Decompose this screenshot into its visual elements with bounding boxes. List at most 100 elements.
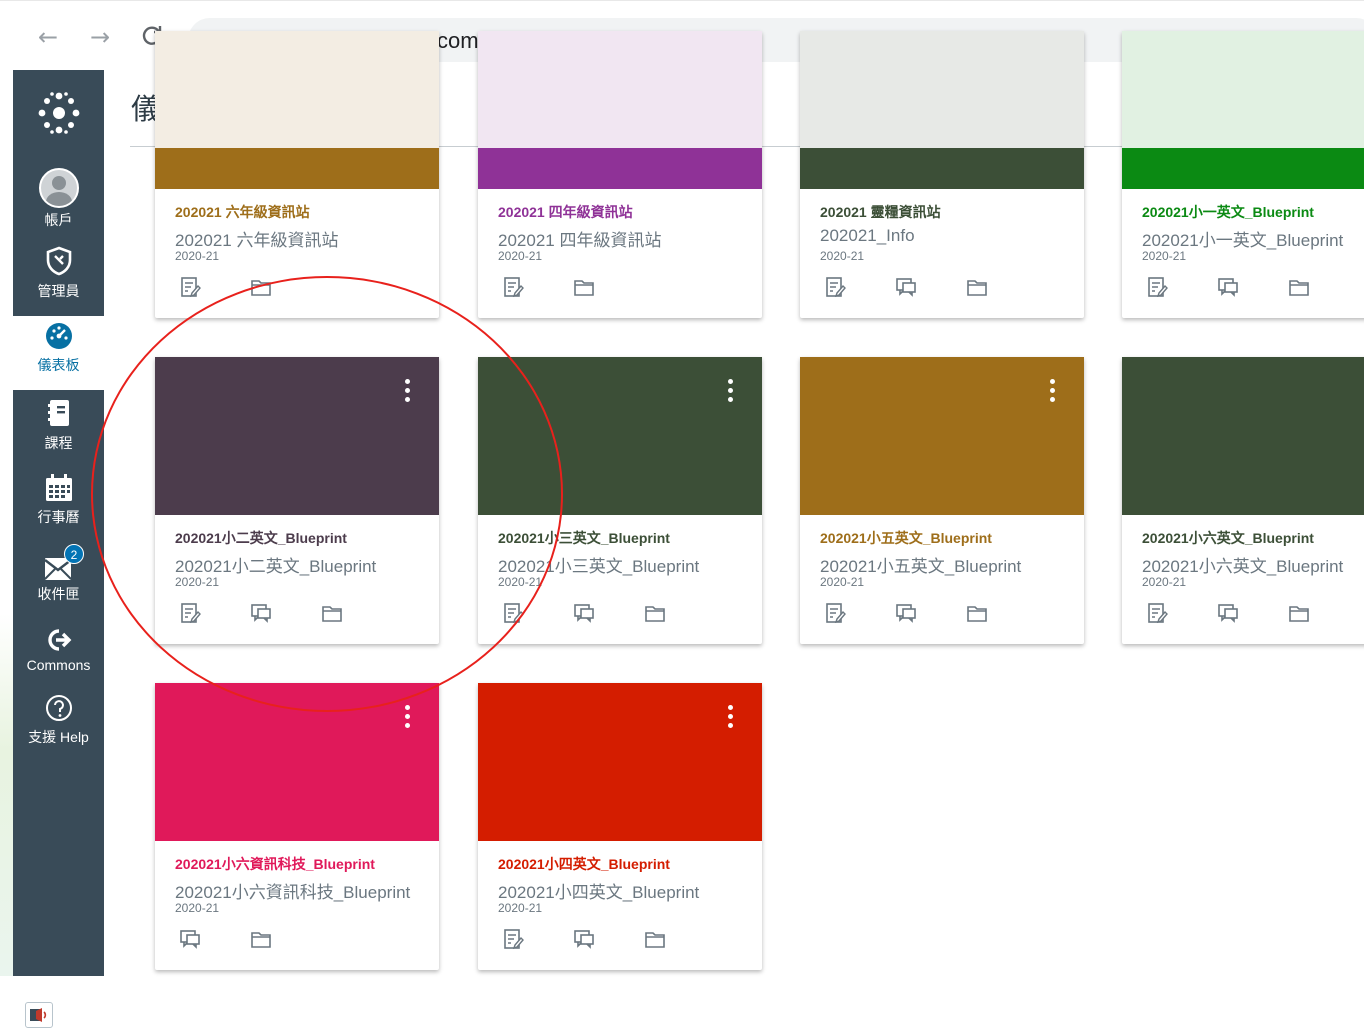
kebab-menu-icon[interactable] bbox=[724, 379, 736, 407]
course-card-code: 202021小三英文_Blueprint bbox=[498, 557, 700, 576]
course-card-title[interactable]: 202021小四英文_Blueprint bbox=[498, 854, 670, 874]
course-card[interactable]: 202021小六英文_Blueprint 202021小六英文_Blueprint… bbox=[1122, 357, 1364, 644]
nav-help-label: 支援 Help bbox=[28, 729, 89, 745]
course-card-code: 202021小一英文_Blueprint bbox=[1142, 231, 1344, 250]
discussions-icon[interactable] bbox=[895, 276, 917, 298]
course-card-title[interactable]: 202021小二英文_Blueprint bbox=[175, 528, 347, 548]
canvas-logo-icon[interactable] bbox=[13, 90, 104, 139]
course-card-title[interactable]: 202021 四年級資訊站 bbox=[498, 202, 633, 222]
course-card-title[interactable]: 202021 六年級資訊站 bbox=[175, 202, 310, 222]
header-overlay bbox=[800, 31, 1084, 148]
files-icon[interactable] bbox=[573, 276, 595, 298]
nav-inbox-label: 收件匣 bbox=[37, 586, 80, 602]
course-card[interactable]: 202021小三英文_Blueprint 202021小三英文_Blueprint… bbox=[478, 357, 762, 644]
nav-courses[interactable]: 課程 bbox=[13, 398, 104, 453]
files-icon[interactable] bbox=[966, 602, 988, 624]
files-icon[interactable] bbox=[644, 602, 666, 624]
announcements-icon[interactable] bbox=[502, 928, 524, 950]
book-icon bbox=[47, 400, 69, 426]
course-card-term: 2020-21 bbox=[820, 575, 865, 589]
back-arrow-icon[interactable]: ← bbox=[34, 23, 62, 51]
avatar bbox=[38, 168, 79, 208]
course-card-title[interactable]: 202021小一英文_Blueprint bbox=[1142, 202, 1314, 222]
course-card-code: 202021小四英文_Blueprint bbox=[498, 883, 700, 902]
course-card-title[interactable]: 202021小三英文_Blueprint bbox=[498, 528, 670, 548]
kebab-menu-icon[interactable] bbox=[724, 705, 736, 733]
course-card[interactable]: 202021小四英文_Blueprint 202021小四英文_Blueprint… bbox=[478, 683, 762, 970]
discussions-icon[interactable] bbox=[573, 602, 595, 624]
announcements-icon[interactable] bbox=[824, 276, 846, 298]
files-icon[interactable] bbox=[644, 928, 666, 950]
discussions-icon[interactable] bbox=[895, 602, 917, 624]
nav-dashboard-label: 儀表板 bbox=[37, 357, 80, 373]
announcements-icon[interactable] bbox=[824, 602, 846, 624]
course-card-code: 202021小五英文_Blueprint bbox=[820, 557, 1022, 576]
kebab-menu-icon[interactable] bbox=[401, 705, 413, 733]
nav-calendar[interactable]: 行事曆 bbox=[13, 474, 104, 527]
shield-icon bbox=[46, 246, 71, 276]
nav-courses-label: 課程 bbox=[44, 435, 73, 451]
nav-admin[interactable]: 管理員 bbox=[13, 246, 104, 301]
course-card-code: 202021 四年級資訊站 bbox=[498, 231, 662, 250]
collapse-arrow-icon: |← bbox=[55, 1002, 81, 1027]
files-icon[interactable] bbox=[250, 928, 272, 950]
discussions-icon[interactable] bbox=[179, 928, 201, 950]
files-icon[interactable] bbox=[966, 276, 988, 298]
course-card-hero[interactable] bbox=[1122, 357, 1364, 515]
nav-account[interactable]: 帳戶 bbox=[13, 168, 104, 230]
announcements-icon[interactable] bbox=[179, 276, 201, 298]
course-card-term: 2020-21 bbox=[820, 249, 865, 263]
discussions-icon[interactable] bbox=[1217, 276, 1239, 298]
course-card-title[interactable]: 202021小六資訊科技_Blueprint bbox=[175, 854, 375, 874]
course-card-hero[interactable] bbox=[478, 683, 762, 841]
header-overlay bbox=[1122, 31, 1364, 148]
announcements-icon[interactable] bbox=[1146, 276, 1168, 298]
course-card[interactable]: 202021小五英文_Blueprint 202021小五英文_Blueprint… bbox=[800, 357, 1084, 644]
files-icon[interactable] bbox=[1288, 276, 1310, 298]
nav-inbox[interactable]: 2 收件匣 bbox=[13, 544, 104, 604]
announcements-icon[interactable] bbox=[1146, 602, 1168, 624]
course-card-title[interactable]: 202021小五英文_Blueprint bbox=[820, 528, 992, 548]
files-icon[interactable] bbox=[321, 602, 343, 624]
discussions-icon[interactable] bbox=[250, 602, 272, 624]
help-icon bbox=[45, 695, 72, 721]
course-card[interactable]: 202021小二英文_Blueprint 202021小二英文_Blueprint… bbox=[155, 357, 439, 644]
nav-calendar-label: 行事曆 bbox=[37, 509, 80, 525]
nav-dashboard[interactable]: 儀表板 bbox=[13, 316, 104, 390]
announcements-icon[interactable] bbox=[179, 602, 201, 624]
discussions-icon[interactable] bbox=[1217, 602, 1239, 624]
course-card-hero[interactable] bbox=[155, 683, 439, 841]
files-icon[interactable] bbox=[1288, 602, 1310, 624]
course-card-hero[interactable] bbox=[478, 357, 762, 515]
nav-help[interactable]: 支援 Help bbox=[13, 694, 104, 747]
header-overlay bbox=[155, 31, 439, 148]
course-card-code: 202021小六資訊科技_Blueprint bbox=[175, 883, 411, 902]
course-card-title[interactable]: 202021小六英文_Blueprint bbox=[1142, 528, 1314, 548]
course-card-title[interactable]: 202021 靈糧資訊站 bbox=[820, 202, 941, 222]
course-card[interactable]: 202021小一英文_Blueprint 202021小一英文_Blueprint… bbox=[1122, 31, 1364, 318]
announcements-icon[interactable] bbox=[502, 602, 524, 624]
course-card[interactable]: 202021小六資訊科技_Blueprint 202021小六資訊科技_Bluep… bbox=[155, 683, 439, 970]
dashboard-icon bbox=[45, 323, 72, 349]
course-card-hero[interactable] bbox=[800, 357, 1084, 515]
nav-account-label: 帳戶 bbox=[44, 212, 73, 228]
announcements-icon[interactable] bbox=[502, 276, 524, 298]
forward-arrow-icon[interactable]: → bbox=[86, 23, 114, 51]
course-card-code: 202021小六英文_Blueprint bbox=[1142, 557, 1344, 576]
course-card[interactable]: 202021 六年級資訊站 202021 六年級資訊站 2020-21 bbox=[155, 31, 439, 318]
discussions-icon[interactable] bbox=[573, 928, 595, 950]
course-card-term: 2020-21 bbox=[498, 901, 543, 915]
files-icon[interactable] bbox=[250, 276, 272, 298]
course-card[interactable]: 202021 四年級資訊站 202021 四年級資訊站 2020-21 bbox=[478, 31, 762, 318]
course-card-hero[interactable] bbox=[155, 357, 439, 515]
nav-commons[interactable]: Commons bbox=[13, 628, 104, 673]
kebab-menu-icon[interactable] bbox=[401, 379, 413, 407]
collapse-nav-button[interactable]: |← bbox=[25, 1002, 95, 1032]
inbox-unread-badge: 2 bbox=[64, 544, 84, 564]
left-background-strip bbox=[0, 70, 13, 976]
nav-admin-label: 管理員 bbox=[37, 283, 80, 299]
course-card-code: 202021_Info bbox=[820, 226, 915, 245]
course-card[interactable]: 202021 靈糧資訊站 202021_Info 2020-21 bbox=[800, 31, 1084, 318]
header-overlay bbox=[478, 31, 762, 148]
kebab-menu-icon[interactable] bbox=[1046, 379, 1058, 407]
